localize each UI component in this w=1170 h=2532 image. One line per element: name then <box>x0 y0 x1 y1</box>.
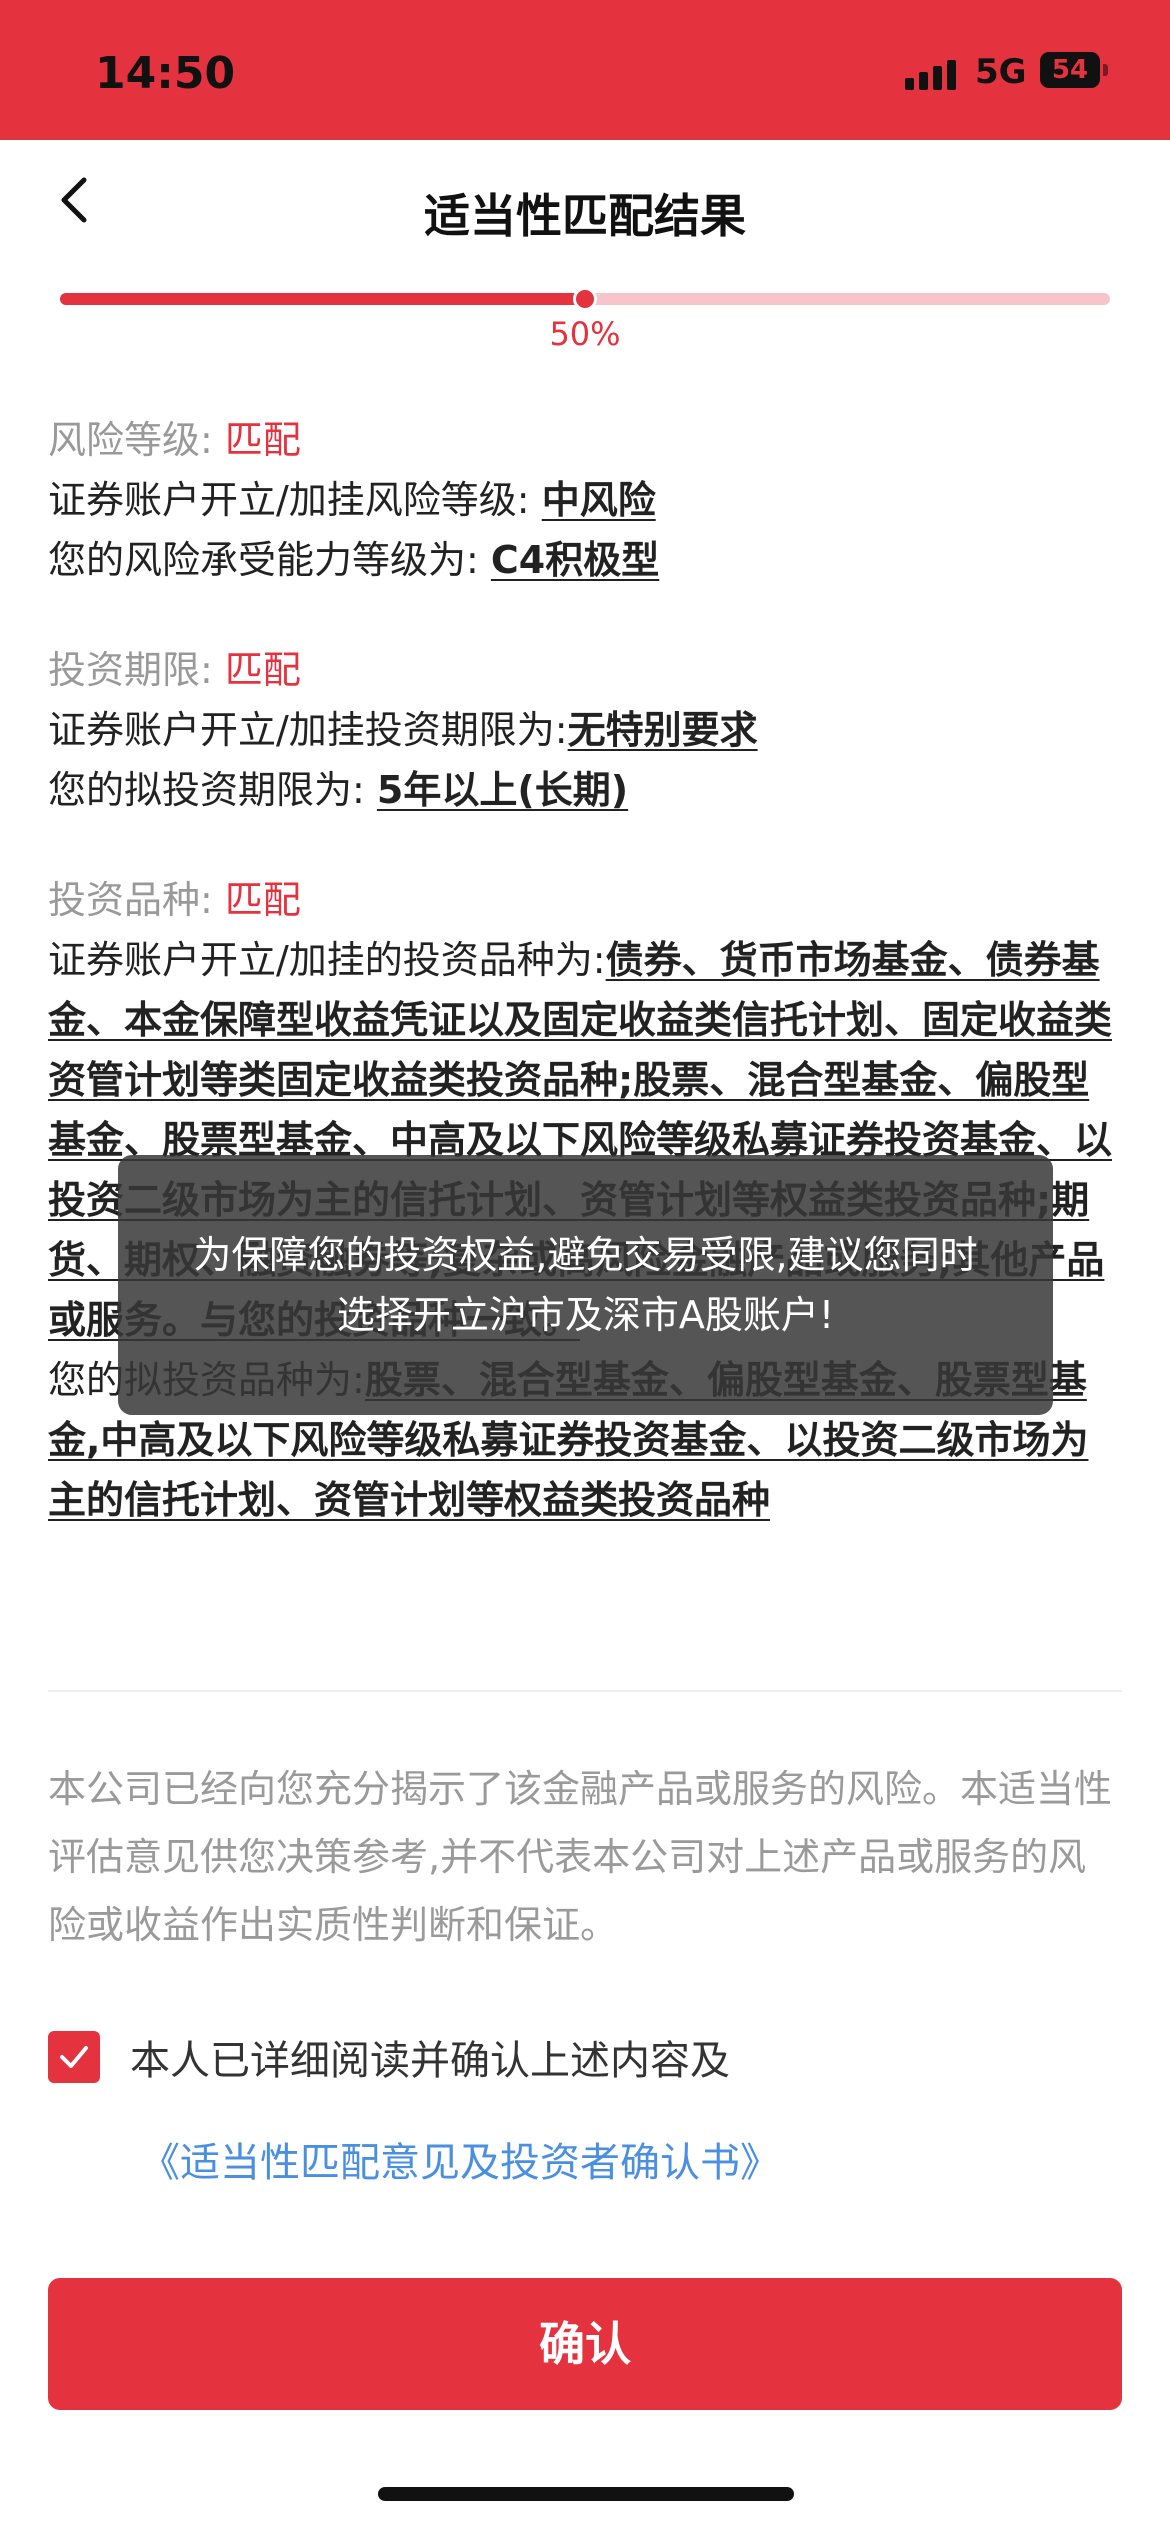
term-user-label: 您的拟投资期限为: <box>48 768 365 812</box>
agreement-text: 本人已详细阅读并确认上述内容及 <box>130 2038 730 2084</box>
divider <box>48 1690 1122 1692</box>
variety-match-status: 匹配 <box>224 878 301 922</box>
page-title: 适当性匹配结果 <box>424 189 746 243</box>
risk-section: 风险等级: 匹配 证券账户开立/加挂风险等级: 中风险 您的风险承受能力等级为:… <box>48 410 1122 590</box>
confirmation-doc-link[interactable]: 《适当性匹配意见及投资者确认书》 <box>140 2130 780 2188</box>
risk-user-line: 您的风险承受能力等级为: C4积极型 <box>48 530 1122 590</box>
term-heading: 投资期限: 匹配 <box>48 640 1122 700</box>
risk-user-value: C4积极型 <box>490 538 660 582</box>
risk-match-status: 匹配 <box>224 418 301 462</box>
term-product-value: 无特别要求 <box>567 708 758 752</box>
toast-text: 为保障您的投资权益,避免交易受限,建议您同时选择开立沪市及深市A股账户! <box>193 1233 978 1337</box>
term-user-line: 您的拟投资期限为: 5年以上(长期) <box>48 760 1122 820</box>
term-heading-label: 投资期限: <box>48 648 213 692</box>
toast-message: 为保障您的投资权益,避免交易受限,建议您同时选择开立沪市及深市A股账户! <box>118 1155 1053 1415</box>
risk-user-label: 您的风险承受能力等级为: <box>48 538 479 582</box>
variety-heading: 投资品种: 匹配 <box>48 870 1122 930</box>
nav-bar: 适当性匹配结果 <box>0 140 1170 270</box>
progress-bar <box>60 287 1110 311</box>
status-time: 14:50 <box>95 48 236 99</box>
risk-heading: 风险等级: 匹配 <box>48 410 1122 470</box>
home-indicator <box>378 2487 794 2501</box>
term-user-value: 5年以上(长期) <box>376 768 629 812</box>
disclaimer-text: 本公司已经向您充分揭示了该金融产品或服务的风险。本适当性评估意见供您决策参考,并… <box>48 1767 1113 1947</box>
progress-fill <box>60 293 585 305</box>
term-product-label: 证券账户开立/加挂投资期限为: <box>48 708 568 752</box>
risk-heading-label: 风险等级: <box>48 418 213 462</box>
variety-product-label: 证券账户开立/加挂的投资品种为: <box>48 938 606 982</box>
status-bar: 14:50 5G 54 <box>0 0 1170 140</box>
term-section: 投资期限: 匹配 证券账户开立/加挂投资期限为:无特别要求 您的拟投资期限为: … <box>48 640 1122 820</box>
progress-knob <box>573 287 597 311</box>
confirm-button[interactable]: 确认 <box>48 2278 1122 2410</box>
progress-label: 50% <box>549 315 621 353</box>
term-product-line: 证券账户开立/加挂投资期限为:无特别要求 <box>48 700 1122 760</box>
agreement-row[interactable]: 本人已详细阅读并确认上述内容及 <box>48 2028 730 2086</box>
signal-icon <box>905 60 956 90</box>
risk-product-value: 中风险 <box>541 478 656 522</box>
checkmark-icon <box>60 2046 88 2068</box>
battery-level-text: 54 <box>1051 55 1089 85</box>
variety-heading-label: 投资品种: <box>48 878 213 922</box>
risk-product-label: 证券账户开立/加挂风险等级: <box>48 478 530 522</box>
battery-icon: 54 <box>1040 52 1108 88</box>
agreement-checkbox[interactable] <box>48 2031 100 2083</box>
network-type: 5G <box>975 52 1027 92</box>
risk-product-line: 证券账户开立/加挂风险等级: 中风险 <box>48 470 1122 530</box>
term-match-status: 匹配 <box>224 648 301 692</box>
